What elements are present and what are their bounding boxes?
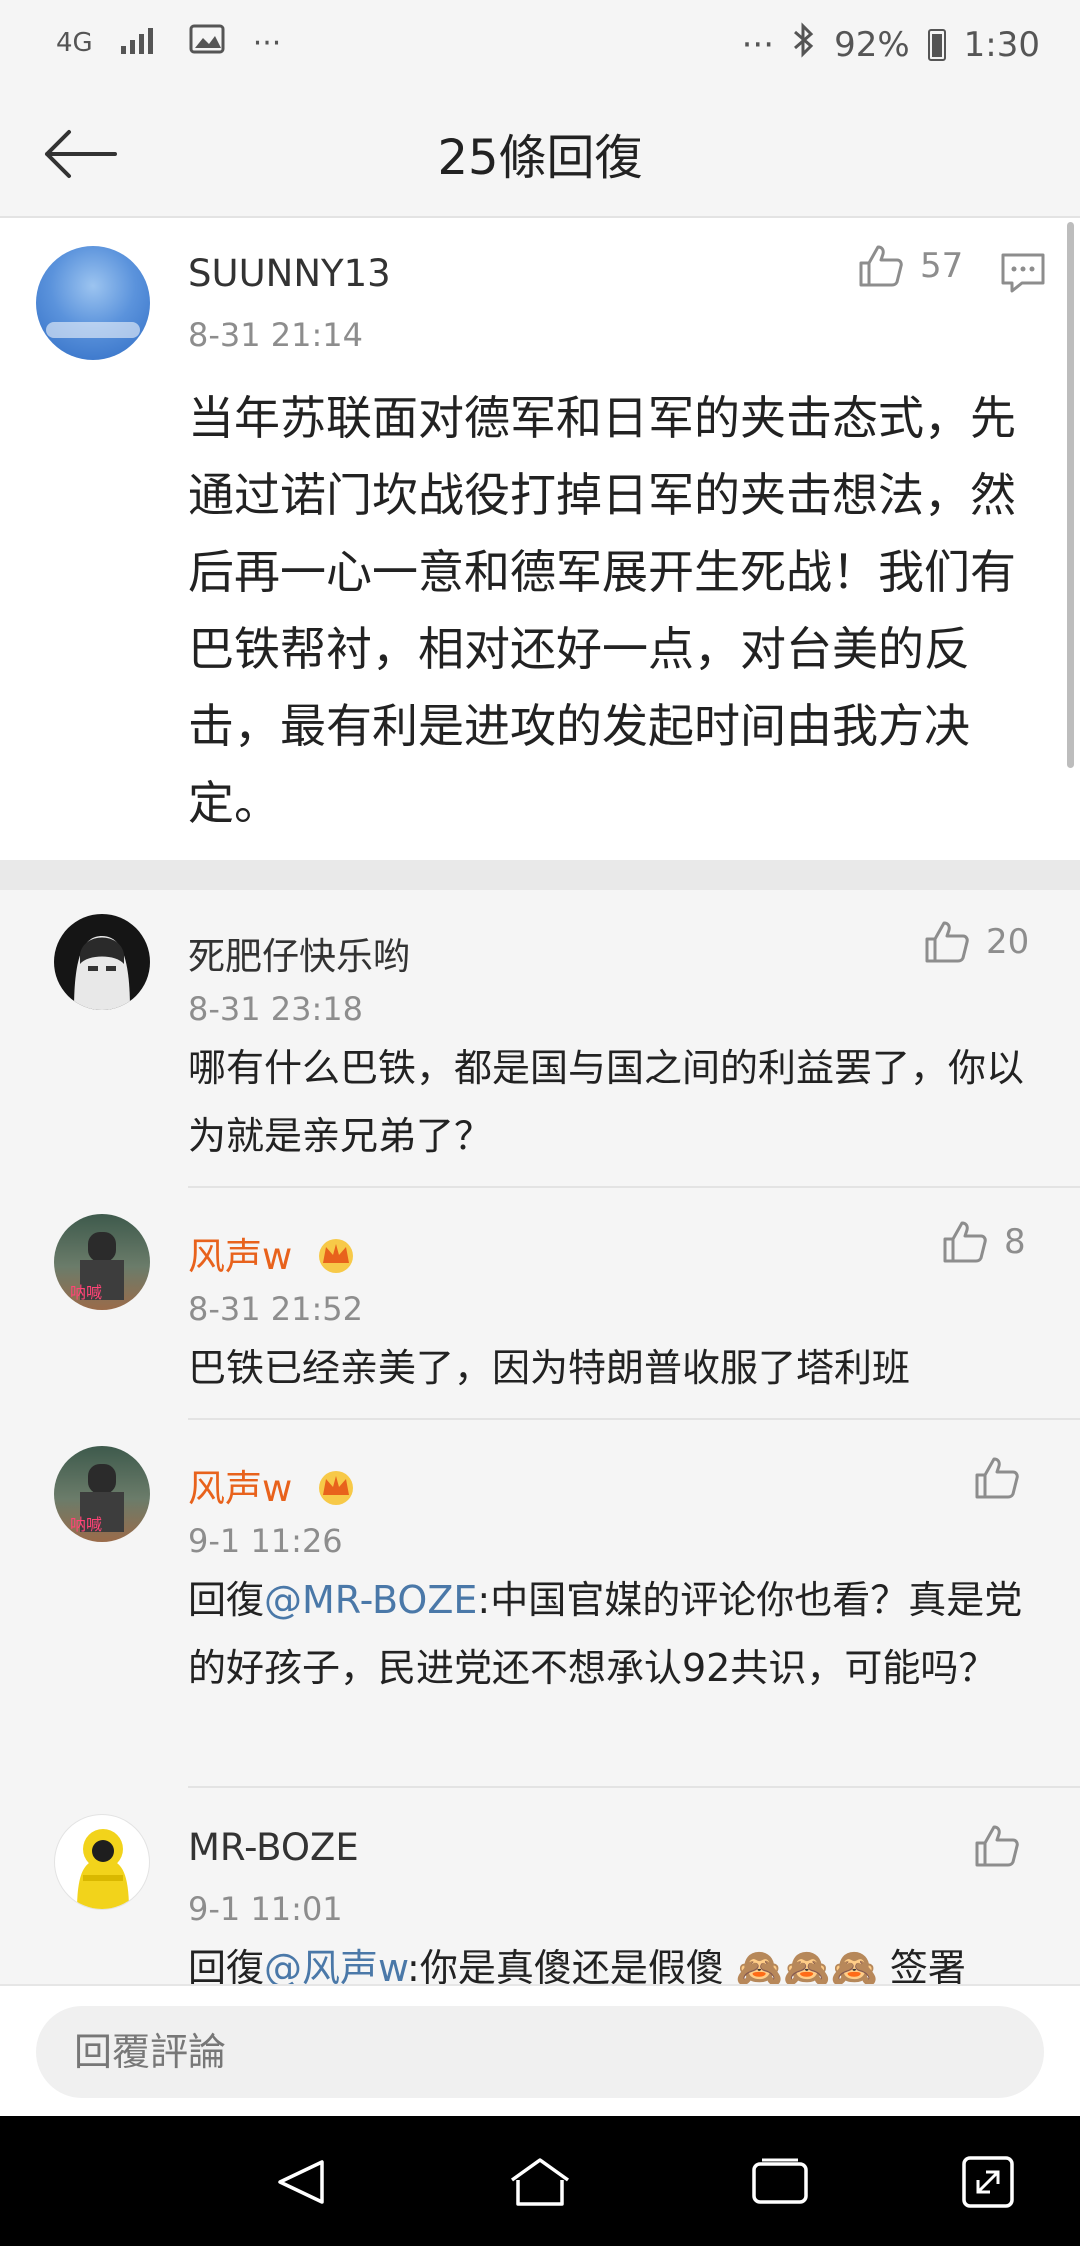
bluetooth-icon: [792, 22, 816, 67]
divider: [188, 1786, 1080, 1788]
nav-home-icon: [510, 2158, 570, 2206]
main-comment: SUUNNY13 8-31 21:14 57 当年苏联面对德军和日军的夹击态式，…: [0, 218, 1080, 860]
username[interactable]: 死肥仔快乐哟: [188, 926, 410, 980]
thumbs-up-icon: [925, 921, 969, 963]
like-count: 8: [1004, 1222, 1026, 1262]
username-text: 风声w: [188, 1467, 293, 1510]
crown-icon: [314, 1466, 358, 1515]
like-button[interactable]: [974, 1824, 1020, 1868]
nav-back-icon: [278, 2160, 324, 2204]
username[interactable]: 风声w: [188, 1458, 358, 1515]
timestamp: 9-1 11:01: [188, 1890, 343, 1928]
signal-icon: [120, 24, 161, 62]
reply-list: 死肥仔快乐哟 8-31 23:18 20 哪有什么巴铁，都是国与国之间的利益罢了…: [0, 890, 1080, 1984]
status-bar: 4G ··· ··· 92% 1:30: [0, 0, 1080, 90]
thumbs-up-icon: [975, 1457, 1019, 1499]
reply-body: 回復@MR-BOZE:中国官媒的评论你也看？真是党的好孩子，民进党还不想承认92…: [188, 1566, 1028, 1702]
thumbs-up-icon: [943, 1221, 987, 1263]
divider: [188, 1186, 1080, 1188]
timestamp: 8-31 21:52: [188, 1290, 364, 1328]
thumbs-up-icon: [975, 1825, 1019, 1867]
more-left: ···: [252, 25, 282, 61]
timestamp: 8-31 23:18: [188, 990, 364, 1028]
reply-prefix: 回復: [188, 1946, 265, 1984]
avatar[interactable]: 呐喊: [54, 1214, 150, 1310]
battery-percent: 92%: [834, 24, 910, 65]
timestamp: 9-1 11:26: [188, 1522, 343, 1560]
battery-icon: [927, 28, 946, 61]
mention-link[interactable]: @风声w: [264, 1946, 407, 1984]
thumbs-up-icon: [859, 245, 903, 287]
network-type: 4G: [56, 28, 93, 58]
crown-icon: [314, 1234, 358, 1283]
reply-text: :你是真傻还是假傻 🙈🙈🙈 签署: [407, 1946, 966, 1984]
nav-back-button[interactable]: [268, 2150, 332, 2214]
reply-input-bar: [0, 1984, 1080, 2116]
like-button[interactable]: [974, 1456, 1020, 1500]
app-header: 25條回復: [0, 90, 1080, 218]
reply-body: 巴铁已经亲美了，因为特朗普收服了塔利班: [188, 1346, 911, 1390]
divider: [188, 1418, 1080, 1420]
nav-expand-icon: [962, 2156, 1014, 2208]
system-nav-bar: [0, 2116, 1080, 2246]
svg-text:呐喊: 呐喊: [70, 1283, 102, 1302]
more-right: ···: [741, 24, 775, 65]
nav-recents-icon: [752, 2158, 808, 2204]
like-button[interactable]: 20: [924, 920, 1029, 964]
avatar[interactable]: [54, 914, 150, 1010]
page-title: 25條回復: [437, 130, 643, 186]
reply-button[interactable]: [1000, 252, 1046, 298]
comment-body: 当年苏联面对德军和日军的夹击态式，先通过诺门坎战役打掉日军的夹击想法，然后再一心…: [188, 391, 1016, 830]
clock: 1:30: [963, 24, 1040, 65]
username-text: 风声w: [188, 1235, 293, 1278]
timestamp: 8-31 21:14: [188, 316, 364, 354]
username[interactable]: SUUNNY13: [188, 252, 391, 295]
avatar[interactable]: 呐喊: [54, 1446, 150, 1542]
like-button[interactable]: 57: [858, 244, 963, 288]
like-count: 20: [986, 922, 1030, 962]
username[interactable]: MR-BOZE: [188, 1826, 359, 1869]
gallery-icon: [189, 24, 225, 62]
comment-icon: [1001, 253, 1045, 293]
scrollbar[interactable]: [1067, 222, 1074, 768]
reply-prefix: 回復: [188, 1578, 265, 1622]
section-divider: [0, 860, 1080, 890]
username[interactable]: 风声w: [188, 1226, 358, 1283]
avatar[interactable]: [54, 1814, 150, 1910]
nav-recents-button[interactable]: [748, 2150, 812, 2214]
mention-link[interactable]: @MR-BOZE: [264, 1578, 477, 1622]
svg-text:呐喊: 呐喊: [70, 1515, 102, 1534]
reply-input[interactable]: [36, 2006, 1044, 2098]
reply-body: 回復@风声w:你是真傻还是假傻 🙈🙈🙈 签署: [188, 1934, 1028, 1984]
avatar[interactable]: [36, 246, 150, 360]
reply-body: 哪有什么巴铁，都是国与国之间的利益罢了，你以为就是亲兄弟了？: [188, 1046, 1025, 1158]
comment-thread[interactable]: SUUNNY13 8-31 21:14 57 当年苏联面对德军和日军的夹击态式，…: [0, 218, 1080, 1984]
like-button[interactable]: 8: [942, 1220, 1026, 1264]
nav-expand-button[interactable]: [956, 2150, 1020, 2214]
nav-home-button[interactable]: [508, 2150, 572, 2214]
like-count: 57: [920, 246, 964, 286]
